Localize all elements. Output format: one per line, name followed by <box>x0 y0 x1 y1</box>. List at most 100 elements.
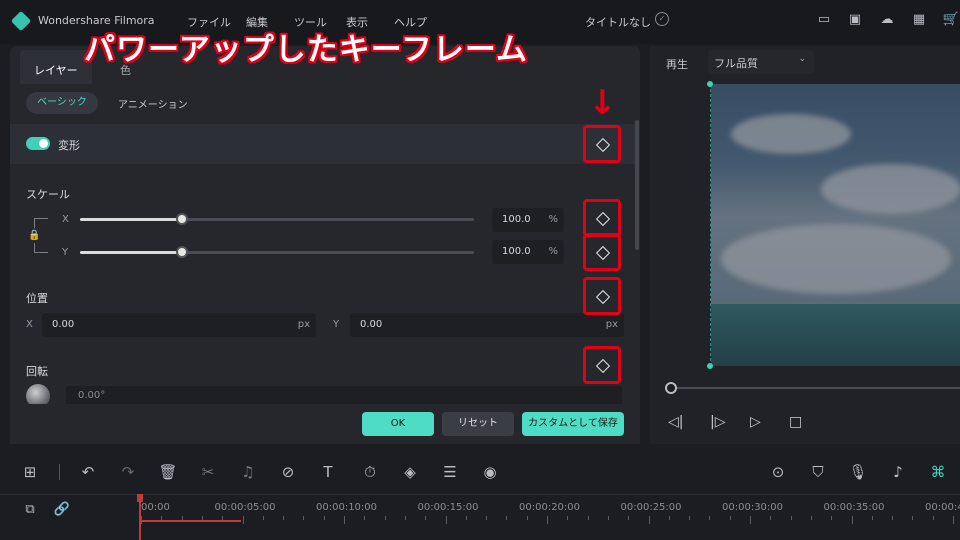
quality-value: フル品質 <box>714 57 758 70</box>
position-x-unit: px <box>297 319 310 330</box>
scale-x-slider[interactable] <box>80 213 474 225</box>
timeline-tick <box>628 516 630 520</box>
snap-icon[interactable]: ⌘ <box>928 462 948 482</box>
keyframe-scale-y-button[interactable] <box>583 233 621 271</box>
preview-dim-overlay <box>710 84 960 366</box>
layout-icon[interactable]: ⊞ <box>20 462 40 482</box>
position-x-field[interactable]: 0.00 px <box>42 313 316 337</box>
music-list-icon[interactable]: ♪ <box>888 462 908 482</box>
link-icon[interactable]: 🔗 <box>52 500 72 520</box>
cloud-upload-icon[interactable]: ☁ <box>878 12 896 28</box>
save-icon[interactable]: ▣ <box>846 12 864 28</box>
annotation-headline: パワーアップしたキーフレーム <box>84 32 528 68</box>
chevron-down-icon: ⌄ <box>798 54 806 64</box>
save-custom-button[interactable]: カスタムとして保存 <box>522 412 624 436</box>
keyframe-add-icon[interactable]: ◈ <box>400 462 420 482</box>
timeline-tick <box>262 516 264 520</box>
playhead-handle[interactable] <box>137 494 143 502</box>
lock-icon[interactable]: 🔒 <box>28 230 40 241</box>
keyframe-transform-button[interactable] <box>583 125 621 163</box>
transform-toggle[interactable] <box>26 137 50 150</box>
timeline-tick <box>404 516 406 520</box>
timeline-tick <box>364 516 366 520</box>
keyframe-diamond-icon <box>595 211 611 227</box>
timeline-tick <box>871 516 873 520</box>
reset-button[interactable]: リセット <box>442 412 514 436</box>
preview-progress-thumb[interactable] <box>665 382 677 394</box>
timeline-tick <box>750 516 751 524</box>
scale-x-value: 100.0 <box>502 214 531 225</box>
timeline-tick <box>526 516 528 520</box>
timeline-tick-label: 00:00:05:00 <box>214 502 276 513</box>
scale-y-unit: % <box>548 246 558 257</box>
toolbar-divider <box>59 464 60 480</box>
transform-handle[interactable] <box>707 81 713 87</box>
marker-icon[interactable]: ⛉ <box>808 462 828 482</box>
scale-y-value: 100.0 <box>502 246 531 257</box>
scale-x-field[interactable]: 100.0 % <box>492 208 564 232</box>
timeline-ruler[interactable] <box>0 494 960 540</box>
delete-icon[interactable]: 🗑 <box>158 462 178 482</box>
undo-icon[interactable]: ↶ <box>78 462 98 482</box>
preview-progress-track[interactable] <box>670 387 960 389</box>
text-icon[interactable]: T <box>318 462 338 482</box>
keyframe-position-button[interactable] <box>583 277 621 315</box>
timeline-tick <box>547 516 548 524</box>
position-x-value: 0.00 <box>52 319 75 330</box>
audio-edit-icon[interactable]: ♫ <box>238 462 258 482</box>
scale-x-axis-label: X <box>62 214 69 225</box>
timeline-tick <box>486 516 488 520</box>
scale-y-slider[interactable] <box>80 246 474 258</box>
quality-select[interactable]: フル品質 ⌄ <box>708 50 814 74</box>
redo-icon[interactable]: ↷ <box>118 462 138 482</box>
timeline-tick-label: 00:00:25:00 <box>620 502 682 513</box>
keyframe-diamond-icon <box>595 137 611 153</box>
panel-scrollbar[interactable] <box>635 120 639 250</box>
keyframe-diamond-icon <box>595 358 611 374</box>
subtab-animation[interactable]: アニメーション <box>118 96 188 111</box>
scale-y-field[interactable]: 100.0 % <box>492 240 564 264</box>
cut-icon[interactable]: ✂ <box>198 462 218 482</box>
timer-icon[interactable]: ⏱ <box>360 462 380 482</box>
audio-effect-icon[interactable]: ◉ <box>480 462 500 482</box>
subtab-basic[interactable]: ベーシック <box>26 92 98 114</box>
add-track-icon[interactable]: ⧉ <box>20 500 40 520</box>
timeline-tick <box>567 516 569 520</box>
tab-layer[interactable]: レイヤー <box>20 50 92 84</box>
render-icon[interactable]: ⊙ <box>768 462 788 482</box>
timeline-tick <box>303 516 305 520</box>
timeline-tick <box>790 516 792 520</box>
scale-x-slider-thumb[interactable] <box>176 213 188 225</box>
keyframe-rotation-button[interactable] <box>583 346 621 384</box>
timeline-tick-label: 00:00:30:00 <box>722 502 784 513</box>
ok-button[interactable]: OK <box>362 412 434 436</box>
scale-y-axis-label: Y <box>62 247 69 258</box>
microphone-icon[interactable]: 🎙 <box>848 462 868 482</box>
transform-section-header <box>10 124 636 164</box>
timeline-tick-label: 00:00:4 <box>925 502 960 513</box>
timeline-tick <box>729 516 731 520</box>
play-icon[interactable]: ▷ <box>750 414 761 430</box>
grid-icon[interactable]: ▦ <box>910 12 928 28</box>
timeline-tick <box>810 516 812 520</box>
next-frame-icon[interactable]: |▷ <box>710 414 725 430</box>
timeline-tick <box>953 516 954 524</box>
timeline-tick <box>587 516 589 520</box>
scale-y-slider-thumb[interactable] <box>176 246 188 258</box>
transform-handle[interactable] <box>707 363 713 369</box>
monitor-icon[interactable]: ▭ <box>815 12 833 28</box>
stop-icon[interactable]: □ <box>789 414 802 430</box>
keyframe-diamond-icon <box>595 245 611 261</box>
keyframe-scale-x-button[interactable] <box>583 199 621 237</box>
position-y-field[interactable]: 0.00 px <box>350 313 624 337</box>
prev-frame-icon[interactable]: ◁| <box>668 414 683 430</box>
timeline-tick <box>770 516 772 520</box>
link-bracket-top <box>34 218 48 228</box>
rotation-field[interactable]: 0.00° <box>66 386 622 406</box>
timeline-tick <box>425 516 427 520</box>
cart-icon[interactable]: 🛒 <box>942 12 960 28</box>
scale-y-slider-fill <box>80 251 182 254</box>
adjust-icon[interactable]: ☰ <box>440 462 460 482</box>
timeline-tick <box>384 516 386 520</box>
tag-icon[interactable]: ⊘ <box>278 462 298 482</box>
